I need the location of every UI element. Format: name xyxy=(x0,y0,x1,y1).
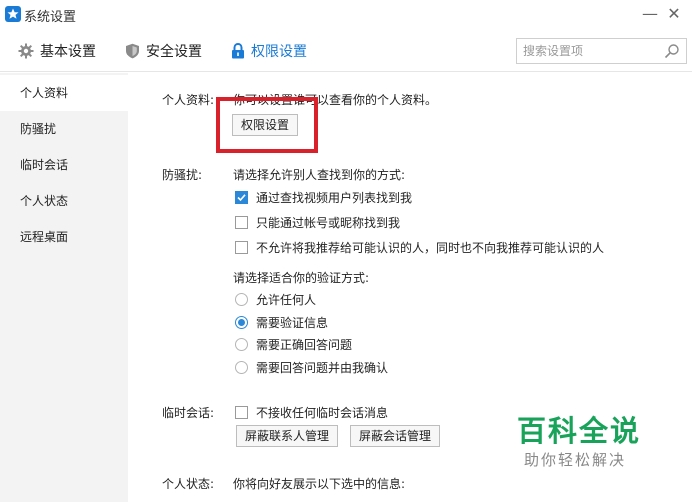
temp-chat-label: 临时会话: xyxy=(162,406,215,420)
status-description: 你将向好友展示以下选中的信息: xyxy=(233,477,406,491)
find-option-video-list[interactable]: 通过查找视频用户列表找到我 xyxy=(235,189,412,206)
tab-basic-settings[interactable]: 基本设置 xyxy=(18,40,96,62)
tab-permission-settings[interactable]: 权限设置 xyxy=(231,40,307,62)
sidebar-item-anti-harassment[interactable]: 防骚扰 xyxy=(0,111,128,147)
option-label: 不接收任何临时会话消息 xyxy=(256,406,389,420)
tab-label: 安全设置 xyxy=(146,44,202,60)
search-icon[interactable] xyxy=(664,43,680,59)
radio-button[interactable] xyxy=(235,316,248,329)
sidebar-item-status[interactable]: 个人状态 xyxy=(0,183,128,219)
option-label: 不允许将我推荐给可能认识的人，同时也不向我推荐可能认识的人 xyxy=(256,241,605,255)
highlight-box xyxy=(216,97,318,153)
search-box[interactable] xyxy=(516,38,687,64)
tab-label: 基本设置 xyxy=(40,44,96,60)
gear-icon xyxy=(18,43,34,59)
anti-harassment-label: 防骚扰: xyxy=(162,168,203,182)
tab-label: 权限设置 xyxy=(251,44,307,60)
close-button[interactable]: ✕ xyxy=(665,4,683,24)
lock-icon xyxy=(232,43,244,59)
sidebar-item-temp-chat[interactable]: 临时会话 xyxy=(0,147,128,183)
checkbox[interactable] xyxy=(235,216,248,229)
verify-method-prompt: 请选择适合你的验证方式: xyxy=(233,271,370,285)
find-option-no-recommend[interactable]: 不允许将我推荐给可能认识的人，同时也不向我推荐可能认识的人 xyxy=(235,239,604,256)
radio-button[interactable] xyxy=(235,338,248,351)
search-input[interactable] xyxy=(523,43,653,59)
watermark-subtitle: 助你轻松解决 xyxy=(524,451,627,469)
verify-option-message[interactable]: 需要验证信息 xyxy=(235,314,328,331)
profile-label: 个人资料: xyxy=(162,93,215,107)
sidebar: 个人资料 防骚扰 临时会话 个人状态 远程桌面 xyxy=(0,73,128,502)
checkbox[interactable] xyxy=(235,241,248,254)
option-label: 允许任何人 xyxy=(256,293,317,307)
title-bar: 系统设置 — ✕ xyxy=(0,0,692,30)
window-title: 系统设置 xyxy=(24,10,77,25)
checkbox[interactable] xyxy=(235,406,248,419)
block-contacts-button[interactable]: 屏蔽联系人管理 xyxy=(236,425,339,447)
watermark-title: 百科全说 xyxy=(517,414,642,448)
minimize-button[interactable]: — xyxy=(641,4,659,24)
shield-icon xyxy=(126,43,139,59)
option-label: 通过查找视频用户列表找到我 xyxy=(256,191,413,205)
option-label: 需要正确回答问题 xyxy=(256,338,353,352)
find-method-prompt: 请选择允许别人查找到你的方式: xyxy=(233,168,406,182)
verify-option-answer[interactable]: 需要正确回答问题 xyxy=(235,336,352,353)
temp-chat-option-reject[interactable]: 不接收任何临时会话消息 xyxy=(235,404,388,421)
find-option-account-only[interactable]: 只能通过帐号或昵称找到我 xyxy=(235,214,400,231)
verify-option-answer-confirm[interactable]: 需要回答问题并由我确认 xyxy=(235,359,388,376)
status-label: 个人状态: xyxy=(162,477,215,491)
block-sessions-button[interactable]: 屏蔽会话管理 xyxy=(350,425,441,447)
checkbox[interactable] xyxy=(235,191,248,204)
sidebar-item-profile[interactable]: 个人资料 xyxy=(0,75,128,111)
sidebar-item-remote-desktop[interactable]: 远程桌面 xyxy=(0,219,128,255)
verify-option-anyone[interactable]: 允许任何人 xyxy=(235,291,316,308)
option-label: 只能通过帐号或昵称找到我 xyxy=(256,216,401,230)
option-label: 需要验证信息 xyxy=(256,316,329,330)
radio-button[interactable] xyxy=(235,293,248,306)
option-label: 需要回答问题并由我确认 xyxy=(256,361,389,375)
tab-security-settings[interactable]: 安全设置 xyxy=(125,40,202,62)
app-logo-icon xyxy=(5,6,21,22)
radio-button[interactable] xyxy=(235,361,248,374)
